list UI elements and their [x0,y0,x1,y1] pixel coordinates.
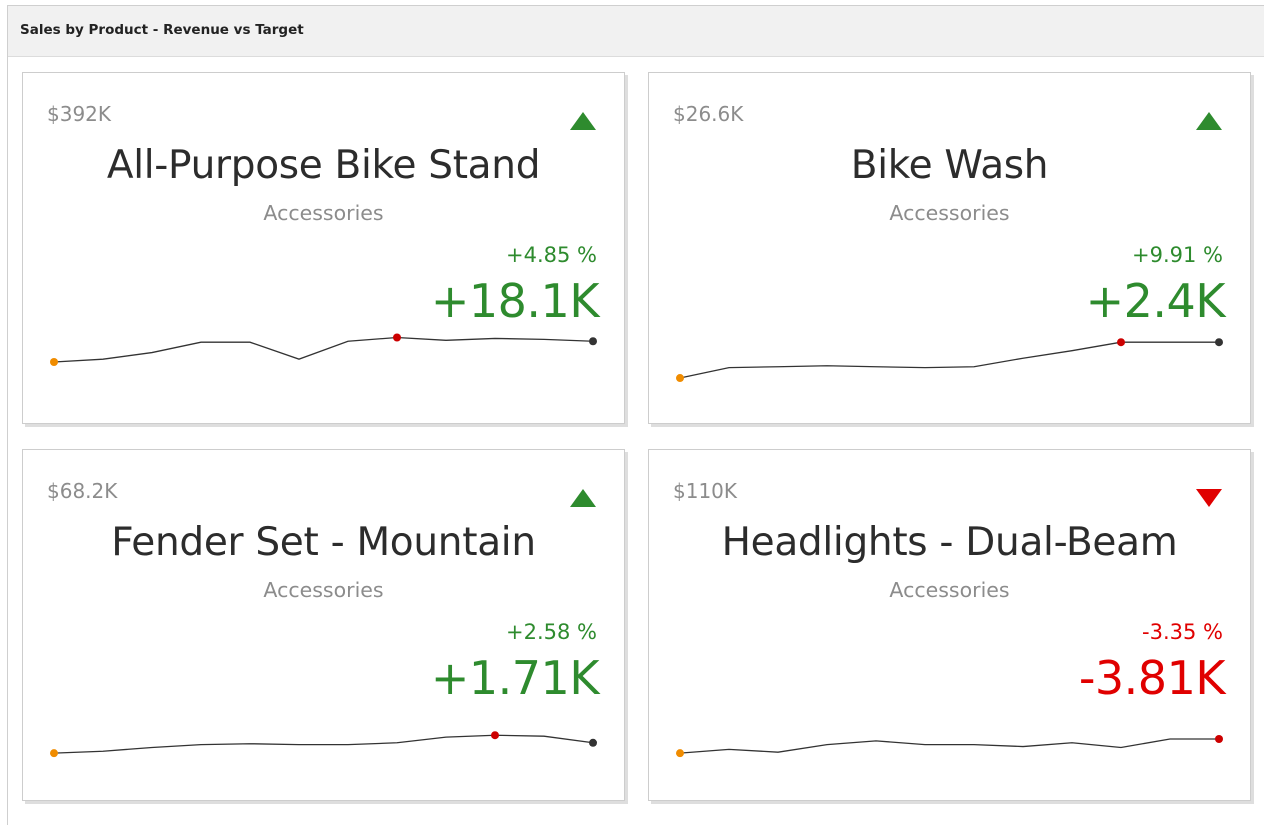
sparkline [676,338,1223,383]
panel-header: Sales by Product - Revenue vs Target [8,6,1264,57]
dashboard-panel: Sales by Product - Revenue vs Target $39… [7,5,1264,825]
sparkline-path [53,336,594,363]
sparkline [676,735,1223,758]
sparkline-start-point [676,374,684,383]
sparkline-start-point [50,358,58,366]
sparkline-end-point [589,738,597,747]
card-headlights-dual-beam[interactable]: $110K Headlights - Dual-Beam Accessories… [648,449,1251,801]
sparkline-path [679,738,1219,754]
sparkline-max-point [393,333,401,342]
sparkline-end-point [589,337,597,346]
sparkline-max-point [491,731,499,740]
sparkline [50,731,597,758]
card-fender-set-mountain[interactable]: $68.2K Fender Set - Mountain Accessories… [22,449,625,801]
sparkline-start-point [50,749,58,758]
sparkline [50,333,597,366]
sparkline-path [679,341,1219,379]
panel-title: Sales by Product - Revenue vs Target [20,22,304,38]
sparkline-start-point [676,749,684,758]
sparkline-max-point [1117,338,1125,347]
card-all-purpose-bike-stand[interactable]: $392K All-Purpose Bike Stand Accessories… [22,72,625,424]
sparkline-end-point [1215,338,1223,347]
card-bike-wash[interactable]: $26.6K Bike Wash Accessories +9.91 % +2.… [648,72,1251,424]
sparkline-path [53,734,594,754]
sparkline-end-point [1215,735,1223,743]
